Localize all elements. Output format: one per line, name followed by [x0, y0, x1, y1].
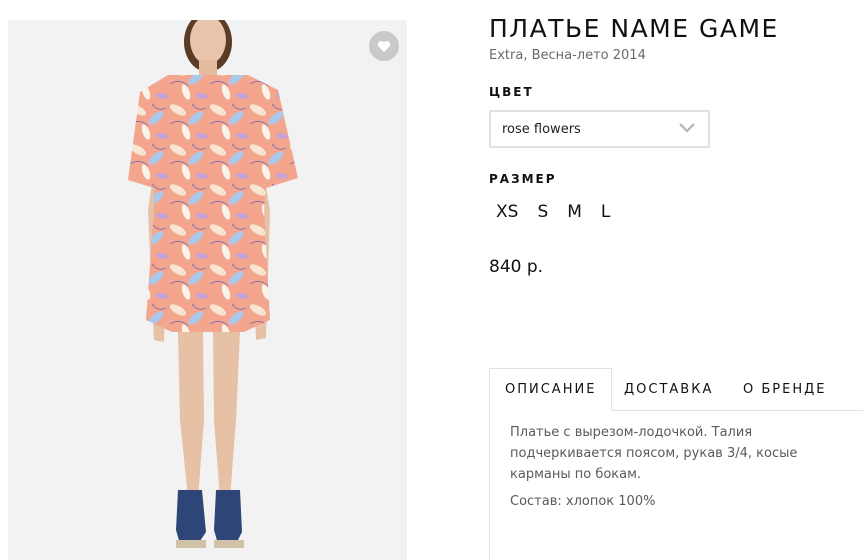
- size-option-xs[interactable]: XS: [496, 202, 518, 222]
- tab-panel-description: Платье с вырезом-лодочкой. Талия подчерк…: [489, 410, 863, 560]
- product-title: ПЛАТЬЕ NAME GAME: [489, 14, 779, 43]
- favorite-button[interactable]: [369, 31, 399, 61]
- tab-about-brand-label: О БРЕНДЕ: [743, 381, 827, 397]
- product-price: 840 р.: [489, 257, 544, 277]
- tab-description-label: ОПИСАНИЕ: [505, 382, 597, 397]
- product-composition: Состав: хлопок 100%: [510, 494, 656, 509]
- size-option-m[interactable]: M: [567, 202, 582, 222]
- color-select-value: rose flowers: [502, 121, 581, 137]
- product-description: Платье с вырезом-лодочкой. Талия подчерк…: [510, 425, 798, 482]
- color-select[interactable]: rose flowers: [489, 110, 710, 148]
- tab-about-brand[interactable]: О БРЕНДЕ: [743, 368, 826, 410]
- size-options: XS S M L: [496, 202, 629, 222]
- color-label: ЦВЕТ: [489, 85, 534, 99]
- model-illustration: [128, 20, 298, 548]
- chevron-down-icon: [679, 123, 695, 133]
- size-label: РАЗМЕР: [489, 172, 557, 186]
- tab-delivery-label: ДОСТАВКА: [624, 381, 714, 397]
- product-subtitle: Extra, Весна-лето 2014: [489, 48, 646, 63]
- size-option-s[interactable]: S: [537, 202, 548, 222]
- size-option-l[interactable]: L: [601, 202, 610, 222]
- tab-description[interactable]: ОПИСАНИЕ: [489, 368, 613, 411]
- product-photo[interactable]: [8, 20, 407, 560]
- info-tabs: ОПИСАНИЕ ДОСТАВКА О БРЕНДЕ Платье с выре…: [489, 368, 863, 560]
- tab-delivery[interactable]: ДОСТАВКА: [624, 368, 713, 410]
- heart-icon: [377, 40, 391, 52]
